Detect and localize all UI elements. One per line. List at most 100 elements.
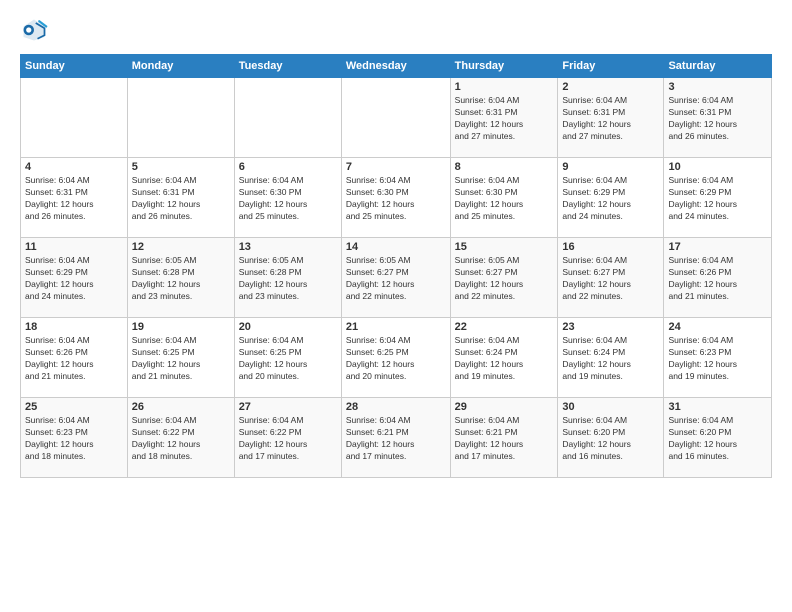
calendar-cell: [21, 78, 128, 158]
day-info: Sunrise: 6:04 AM Sunset: 6:29 PM Dayligh…: [562, 175, 659, 223]
week-row-4: 18 Sunrise: 6:04 AM Sunset: 6:26 PM Dayli…: [21, 318, 772, 398]
calendar-cell: 23 Sunrise: 6:04 AM Sunset: 6:24 PM Dayli…: [558, 318, 664, 398]
week-row-1: 1 Sunrise: 6:04 AM Sunset: 6:31 PM Daylig…: [21, 78, 772, 158]
calendar-cell: 16 Sunrise: 6:04 AM Sunset: 6:27 PM Dayli…: [558, 238, 664, 318]
day-number: 28: [346, 401, 446, 413]
calendar-cell: 5 Sunrise: 6:04 AM Sunset: 6:31 PM Daylig…: [127, 158, 234, 238]
day-info: Sunrise: 6:04 AM Sunset: 6:23 PM Dayligh…: [25, 415, 123, 463]
day-number: 22: [455, 321, 554, 333]
day-number: 5: [132, 161, 230, 173]
day-number: 8: [455, 161, 554, 173]
calendar-cell: 10 Sunrise: 6:04 AM Sunset: 6:29 PM Dayli…: [664, 158, 772, 238]
day-number: 27: [239, 401, 337, 413]
day-number: 2: [562, 81, 659, 93]
header: [20, 16, 772, 44]
day-number: 20: [239, 321, 337, 333]
calendar-cell: 19 Sunrise: 6:04 AM Sunset: 6:25 PM Dayli…: [127, 318, 234, 398]
day-info: Sunrise: 6:04 AM Sunset: 6:30 PM Dayligh…: [455, 175, 554, 223]
calendar-cell: 12Sunrise: 6:05 AM Sunset: 6:28 PM Dayli…: [127, 238, 234, 318]
calendar-header: SundayMondayTuesdayWednesdayThursdayFrid…: [21, 55, 772, 78]
day-header-wednesday: Wednesday: [341, 55, 450, 78]
logo-icon: [20, 16, 48, 44]
day-info: Sunrise: 6:04 AM Sunset: 6:22 PM Dayligh…: [132, 415, 230, 463]
calendar-cell: 25 Sunrise: 6:04 AM Sunset: 6:23 PM Dayli…: [21, 398, 128, 478]
calendar-cell: 14Sunrise: 6:05 AM Sunset: 6:27 PM Dayli…: [341, 238, 450, 318]
day-number: 1: [455, 81, 554, 93]
day-header-tuesday: Tuesday: [234, 55, 341, 78]
calendar-cell: 11 Sunrise: 6:04 AM Sunset: 6:29 PM Dayli…: [21, 238, 128, 318]
day-number: 25: [25, 401, 123, 413]
day-header-friday: Friday: [558, 55, 664, 78]
day-number: 18: [25, 321, 123, 333]
day-info: Sunrise: 6:04 AM Sunset: 6:30 PM Dayligh…: [346, 175, 446, 223]
day-number: 19: [132, 321, 230, 333]
day-info: Sunrise: 6:04 AM Sunset: 6:20 PM Dayligh…: [562, 415, 659, 463]
calendar-cell: 4 Sunrise: 6:04 AM Sunset: 6:31 PM Daylig…: [21, 158, 128, 238]
calendar-table: SundayMondayTuesdayWednesdayThursdayFrid…: [20, 54, 772, 478]
calendar-cell: 3 Sunrise: 6:04 AM Sunset: 6:31 PM Daylig…: [664, 78, 772, 158]
calendar-cell: 8 Sunrise: 6:04 AM Sunset: 6:30 PM Daylig…: [450, 158, 558, 238]
day-info: Sunrise: 6:04 AM Sunset: 6:31 PM Dayligh…: [668, 95, 767, 143]
day-number: 17: [668, 241, 767, 253]
day-number: 31: [668, 401, 767, 413]
day-info: Sunrise: 6:04 AM Sunset: 6:29 PM Dayligh…: [668, 175, 767, 223]
day-info: Sunrise: 6:05 AM Sunset: 6:27 PM Dayligh…: [346, 255, 446, 303]
week-row-5: 25 Sunrise: 6:04 AM Sunset: 6:23 PM Dayli…: [21, 398, 772, 478]
calendar-cell: 6Sunrise: 6:04 AM Sunset: 6:30 PM Daylig…: [234, 158, 341, 238]
day-number: 12: [132, 241, 230, 253]
calendar-body: 1 Sunrise: 6:04 AM Sunset: 6:31 PM Daylig…: [21, 78, 772, 478]
week-row-3: 11 Sunrise: 6:04 AM Sunset: 6:29 PM Dayli…: [21, 238, 772, 318]
day-number: 4: [25, 161, 123, 173]
calendar-cell: 18 Sunrise: 6:04 AM Sunset: 6:26 PM Dayli…: [21, 318, 128, 398]
day-info: Sunrise: 6:04 AM Sunset: 6:21 PM Dayligh…: [455, 415, 554, 463]
calendar-cell: 30 Sunrise: 6:04 AM Sunset: 6:20 PM Dayli…: [558, 398, 664, 478]
calendar-cell: [127, 78, 234, 158]
day-info: Sunrise: 6:04 AM Sunset: 6:25 PM Dayligh…: [239, 335, 337, 383]
calendar-cell: 28 Sunrise: 6:04 AM Sunset: 6:21 PM Dayli…: [341, 398, 450, 478]
day-header-sunday: Sunday: [21, 55, 128, 78]
day-number: 9: [562, 161, 659, 173]
day-number: 7: [346, 161, 446, 173]
day-info: Sunrise: 6:04 AM Sunset: 6:26 PM Dayligh…: [25, 335, 123, 383]
day-number: 13: [239, 241, 337, 253]
day-header-saturday: Saturday: [664, 55, 772, 78]
day-number: 24: [668, 321, 767, 333]
day-number: 3: [668, 81, 767, 93]
day-number: 6: [239, 161, 337, 173]
day-number: 11: [25, 241, 123, 253]
day-info: Sunrise: 6:04 AM Sunset: 6:24 PM Dayligh…: [562, 335, 659, 383]
day-info: Sunrise: 6:04 AM Sunset: 6:31 PM Dayligh…: [132, 175, 230, 223]
calendar-cell: 26 Sunrise: 6:04 AM Sunset: 6:22 PM Dayli…: [127, 398, 234, 478]
day-number: 26: [132, 401, 230, 413]
day-number: 30: [562, 401, 659, 413]
calendar-cell: 21Sunrise: 6:04 AM Sunset: 6:25 PM Dayli…: [341, 318, 450, 398]
day-info: Sunrise: 6:04 AM Sunset: 6:21 PM Dayligh…: [346, 415, 446, 463]
day-header-thursday: Thursday: [450, 55, 558, 78]
header-row: SundayMondayTuesdayWednesdayThursdayFrid…: [21, 55, 772, 78]
calendar-cell: 29 Sunrise: 6:04 AM Sunset: 6:21 PM Dayli…: [450, 398, 558, 478]
calendar-cell: [234, 78, 341, 158]
day-info: Sunrise: 6:04 AM Sunset: 6:25 PM Dayligh…: [132, 335, 230, 383]
page: SundayMondayTuesdayWednesdayThursdayFrid…: [0, 0, 792, 612]
day-info: Sunrise: 6:04 AM Sunset: 6:31 PM Dayligh…: [562, 95, 659, 143]
day-header-monday: Monday: [127, 55, 234, 78]
day-number: 23: [562, 321, 659, 333]
day-info: Sunrise: 6:04 AM Sunset: 6:29 PM Dayligh…: [25, 255, 123, 303]
day-info: Sunrise: 6:04 AM Sunset: 6:26 PM Dayligh…: [668, 255, 767, 303]
calendar-cell: 17 Sunrise: 6:04 AM Sunset: 6:26 PM Dayli…: [664, 238, 772, 318]
day-info: Sunrise: 6:04 AM Sunset: 6:27 PM Dayligh…: [562, 255, 659, 303]
calendar-cell: 20 Sunrise: 6:04 AM Sunset: 6:25 PM Dayli…: [234, 318, 341, 398]
calendar-cell: 13 Sunrise: 6:05 AM Sunset: 6:28 PM Dayli…: [234, 238, 341, 318]
week-row-2: 4 Sunrise: 6:04 AM Sunset: 6:31 PM Daylig…: [21, 158, 772, 238]
calendar-cell: 24Sunrise: 6:04 AM Sunset: 6:23 PM Dayli…: [664, 318, 772, 398]
day-info: Sunrise: 6:04 AM Sunset: 6:31 PM Dayligh…: [25, 175, 123, 223]
calendar-cell: 7 Sunrise: 6:04 AM Sunset: 6:30 PM Daylig…: [341, 158, 450, 238]
day-number: 29: [455, 401, 554, 413]
day-info: Sunrise: 6:04 AM Sunset: 6:31 PM Dayligh…: [455, 95, 554, 143]
day-info: Sunrise: 6:05 AM Sunset: 6:28 PM Dayligh…: [239, 255, 337, 303]
calendar-cell: 2 Sunrise: 6:04 AM Sunset: 6:31 PM Daylig…: [558, 78, 664, 158]
calendar-cell: 15Sunrise: 6:05 AM Sunset: 6:27 PM Dayli…: [450, 238, 558, 318]
day-number: 10: [668, 161, 767, 173]
day-info: Sunrise: 6:04 AM Sunset: 6:20 PM Dayligh…: [668, 415, 767, 463]
day-number: 16: [562, 241, 659, 253]
